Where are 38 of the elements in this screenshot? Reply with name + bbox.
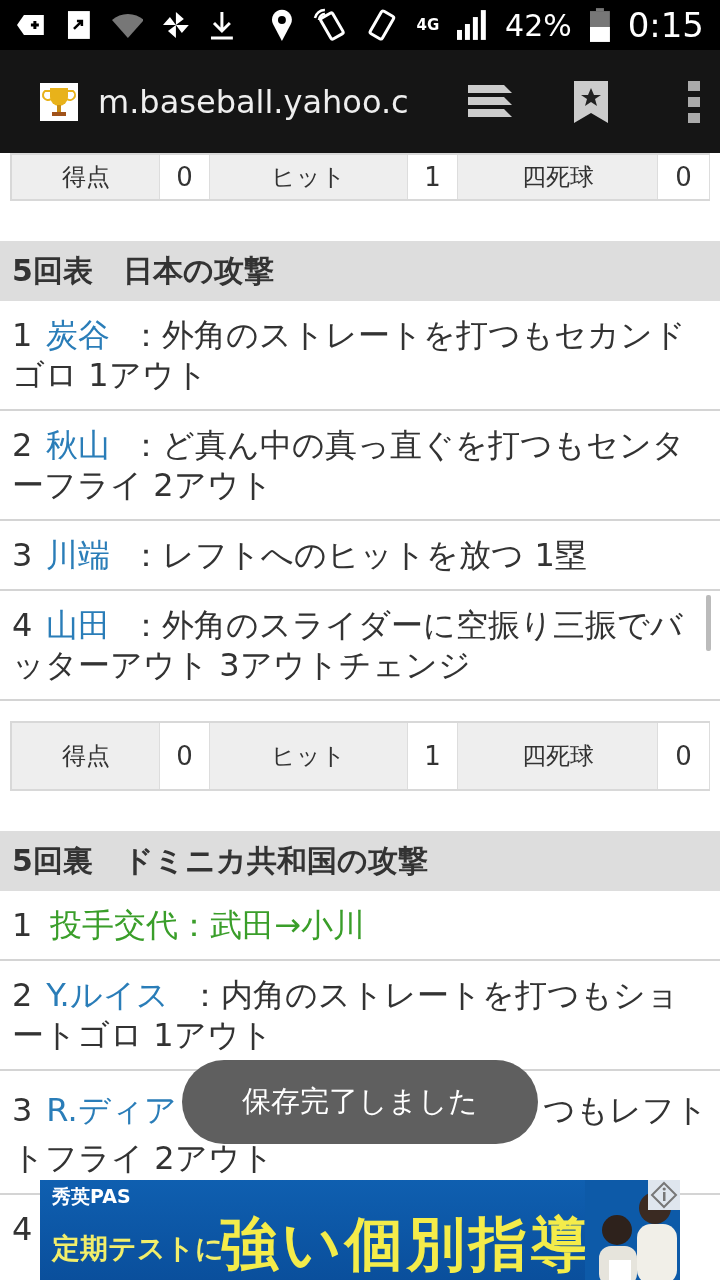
- signal-icon: [457, 10, 488, 40]
- stat-label: ヒット: [210, 155, 408, 199]
- play-number: 3: [12, 1090, 33, 1131]
- player-link[interactable]: Y.ルイス: [32, 976, 189, 1014]
- add-icon: [16, 13, 46, 37]
- saved-toast: 保存完了しました: [182, 1060, 538, 1144]
- play-text: 1 炭谷 ：外角のストレートを打つもセカンドゴロ 1アウト: [0, 301, 720, 411]
- scroll-bar: [706, 595, 711, 651]
- stat-label: 得点: [12, 155, 160, 199]
- play-number: 4: [12, 1210, 33, 1248]
- bookmark-icon[interactable]: [574, 80, 608, 123]
- section-header: 5回表 日本の攻撃: [0, 241, 720, 301]
- player-link[interactable]: 秋山: [32, 426, 131, 464]
- network-label: 4G: [416, 17, 440, 33]
- stat-label: 得点: [12, 723, 160, 789]
- info-icon[interactable]: [648, 1180, 680, 1210]
- trophy-icon: [40, 82, 78, 121]
- url-field[interactable]: m.baseball.yahoo.c: [98, 82, 446, 121]
- stat-label: 四死球: [458, 155, 658, 199]
- ad-brand: 秀英PAS: [52, 1184, 131, 1209]
- stat-label: 四死球: [458, 723, 658, 789]
- play-text: 1 投手交代：武田→小川: [0, 891, 720, 961]
- location-icon: [271, 9, 293, 41]
- player-link[interactable]: 炭谷: [32, 316, 131, 354]
- player-link[interactable]: R.ディア: [32, 1089, 177, 1131]
- battery-icon: [589, 8, 610, 42]
- player-link[interactable]: 山田: [32, 606, 131, 644]
- player-link[interactable]: 川端: [32, 536, 131, 574]
- play-text: 2 秋山 ：ど真ん中の真っ直ぐを打つもセンターフライ 2アウト: [0, 411, 720, 521]
- section-header: 5回裏 ドミニカ共和国の攻撃: [0, 831, 720, 891]
- play-text: つもレフト: [543, 1090, 708, 1131]
- stat-label: ヒット: [210, 723, 408, 789]
- clock: 0:15: [627, 5, 704, 45]
- battery-percent: 42%: [505, 7, 572, 43]
- download-icon: [209, 10, 236, 40]
- wifi-icon: [111, 12, 144, 38]
- play-text: 3 川端 ：レフトへのヒットを放つ 1塁: [0, 521, 720, 591]
- menu-icon[interactable]: [688, 80, 700, 123]
